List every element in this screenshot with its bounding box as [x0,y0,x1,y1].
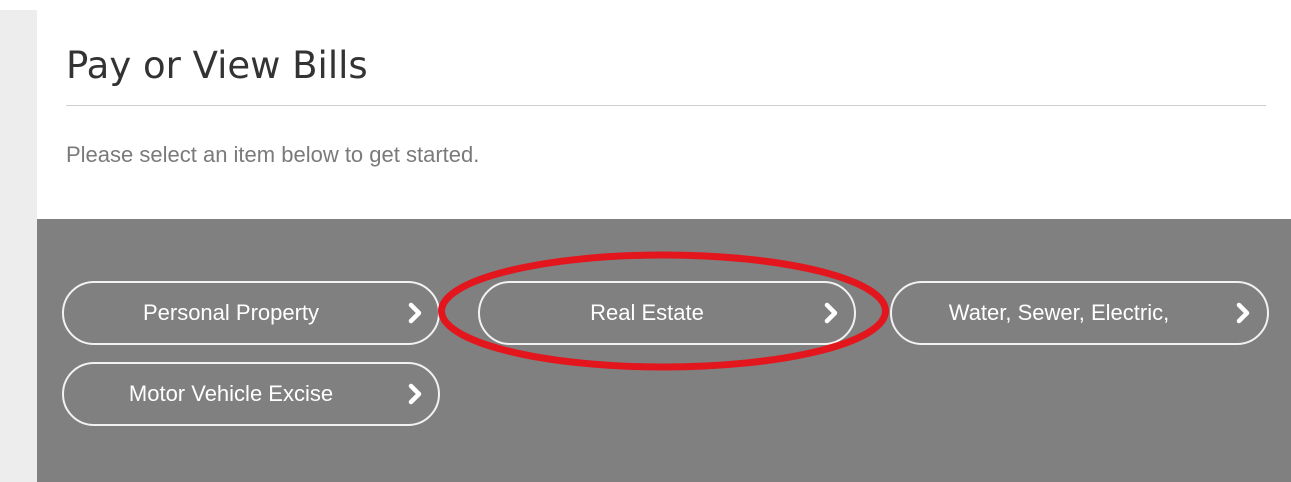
real-estate-label: Real Estate [590,300,704,325]
personal-property-button[interactable]: Personal Property [62,281,440,345]
real-estate-button[interactable]: Real Estate [478,281,856,345]
motor-vehicle-excise-label: Motor Vehicle Excise [128,381,334,406]
left-gutter [0,10,37,482]
motor-vehicle-excise-button[interactable]: Motor Vehicle Excise [62,362,440,426]
chevron-right-icon [1232,302,1254,324]
instructions-text: Please select an item below to get start… [66,142,480,167]
bill-type-panel: Personal Property Real Estate Water, Sew… [37,219,1291,482]
page: Pay or View Bills Please select an item … [0,0,1291,482]
water-sewer-electric-button[interactable]: Water, Sewer, Electric, [890,281,1269,345]
chevron-right-icon [404,302,426,324]
personal-property-label: Personal Property [142,300,320,325]
chevron-right-icon [404,383,426,405]
page-title: Pay or View Bills [66,44,368,87]
title-divider [66,105,1266,106]
chevron-right-icon [820,302,842,324]
water-sewer-electric-label: Water, Sewer, Electric, [948,300,1170,325]
